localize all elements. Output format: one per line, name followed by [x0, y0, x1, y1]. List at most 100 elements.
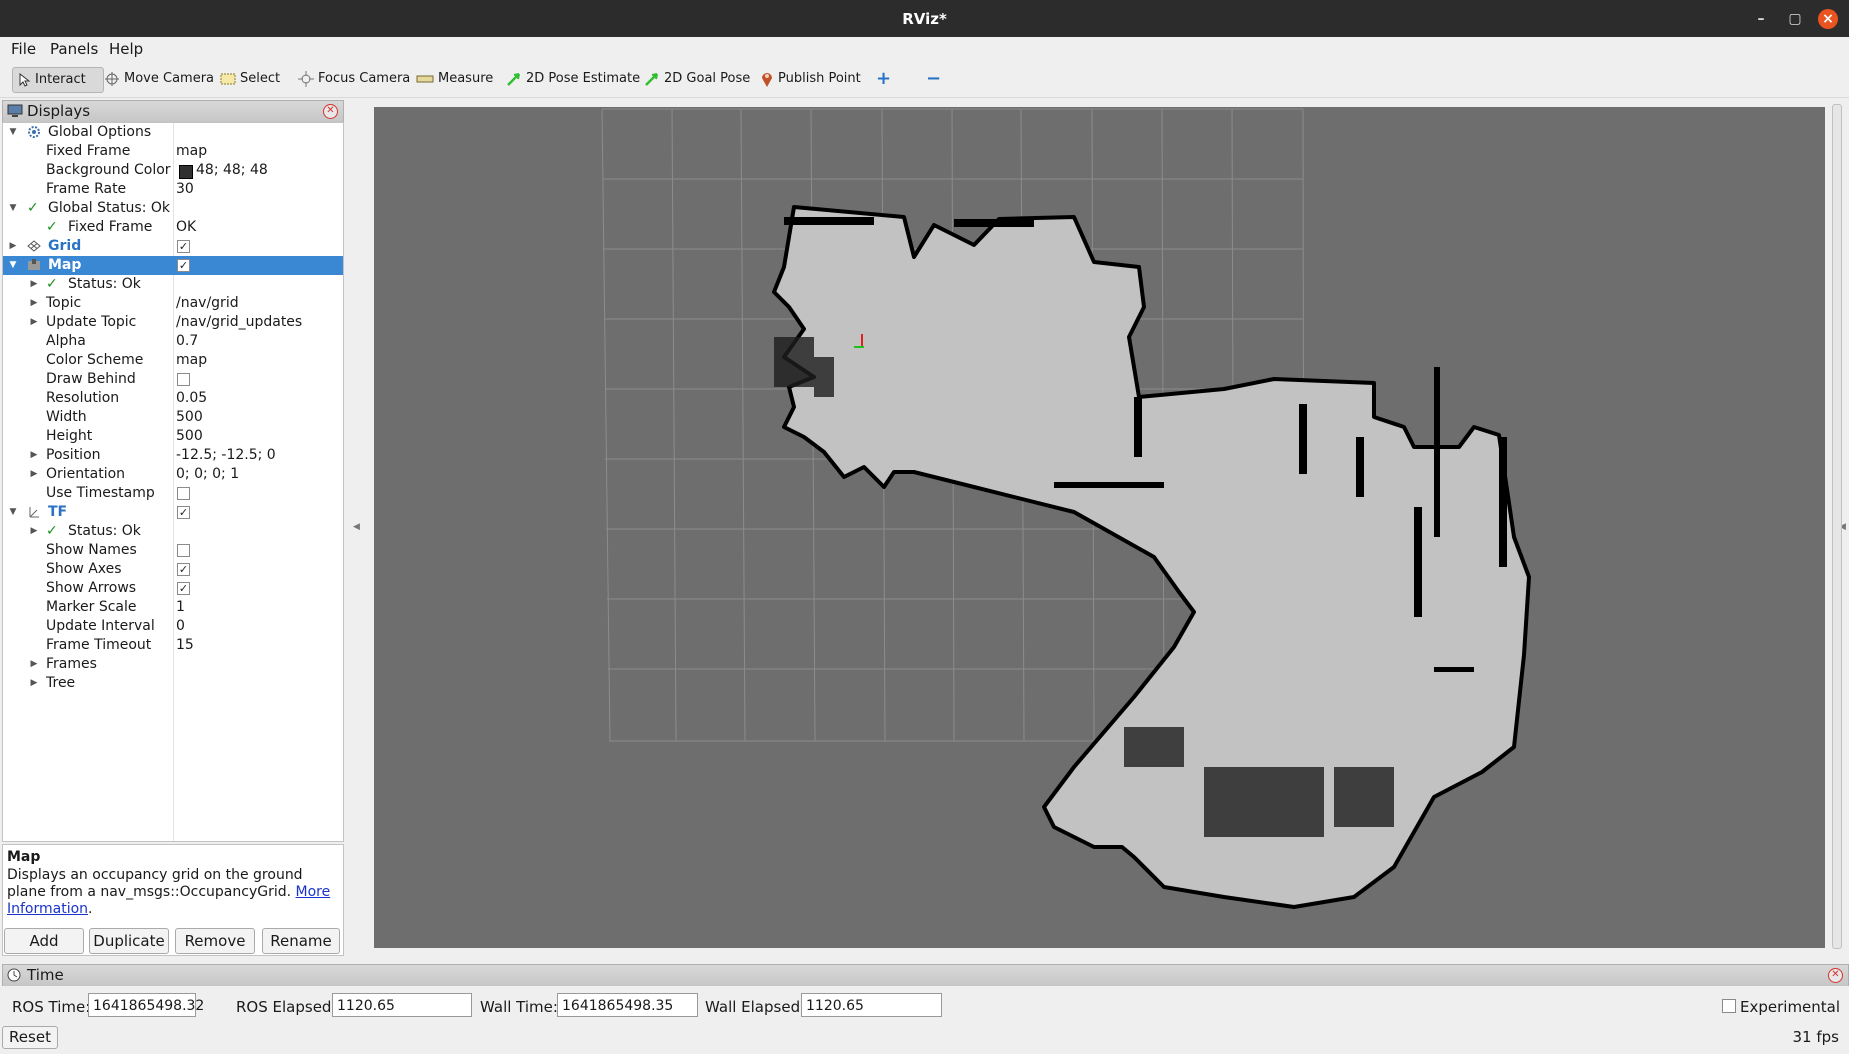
tree-row-position[interactable]: ▶ Position -12.5; -12.5; 0 — [3, 446, 343, 465]
tree-row-grid[interactable]: ▶ Grid ✓ — [3, 237, 343, 256]
add-tool-button[interactable]: + — [872, 67, 895, 91]
tree-row-global-status[interactable]: ▼ ✓ Global Status: Ok — [3, 199, 343, 218]
collapsed-arrow-icon[interactable]: ▶ — [9, 237, 17, 256]
resolution-value[interactable]: 0.05 — [176, 389, 207, 408]
tree-row-fixed-frame-status[interactable]: ✓ Fixed Frame OK — [3, 218, 343, 237]
tree-row-frame-timeout[interactable]: Frame Timeout 15 — [3, 636, 343, 655]
tree-row-marker-scale[interactable]: Marker Scale 1 — [3, 598, 343, 617]
collapsed-arrow-icon[interactable]: ▶ — [30, 313, 38, 332]
tree-row-topic[interactable]: ▶ Topic /nav/grid — [3, 294, 343, 313]
background-color-value[interactable]: 48; 48; 48 — [196, 161, 268, 180]
tree-row-fixed-frame[interactable]: Fixed Frame map — [3, 142, 343, 161]
color-swatch[interactable] — [179, 165, 193, 179]
tree-row-update-interval[interactable]: Update Interval 0 — [3, 617, 343, 636]
reset-button[interactable]: Reset — [2, 1026, 58, 1049]
rename-display-button[interactable]: Rename — [262, 928, 340, 954]
tree-row-show-axes[interactable]: Show Axes ✓ — [3, 560, 343, 579]
update-interval-value[interactable]: 0 — [176, 617, 185, 636]
tool-publish-point[interactable]: Publish Point — [756, 67, 865, 91]
tree-row-alpha[interactable]: Alpha 0.7 — [3, 332, 343, 351]
tree-row-map-status[interactable]: ▶ ✓ Status: Ok — [3, 275, 343, 294]
topic-value[interactable]: /nav/grid — [176, 294, 239, 313]
tree-row-show-names[interactable]: Show Names — [3, 541, 343, 560]
update-topic-value[interactable]: /nav/grid_updates — [176, 313, 302, 332]
collapsed-arrow-icon[interactable]: ▶ — [30, 655, 38, 674]
expanded-arrow-icon[interactable]: ▼ — [9, 199, 17, 218]
height-value[interactable]: 500 — [176, 427, 203, 446]
tool-move-camera[interactable]: Move Camera — [100, 67, 218, 91]
marker-scale-value[interactable]: 1 — [176, 598, 185, 617]
grid-enabled-checkbox[interactable]: ✓ — [177, 240, 190, 253]
add-display-button[interactable]: Add — [4, 928, 84, 954]
close-window-button[interactable]: × — [1818, 9, 1838, 29]
tree-row-tf-status[interactable]: ▶ ✓ Status: Ok — [3, 522, 343, 541]
tool-2d-pose-estimate[interactable]: 2D Pose Estimate — [502, 67, 644, 91]
tool-interact[interactable]: Interact — [12, 67, 104, 93]
tree-row-frame-rate[interactable]: Frame Rate 30 — [3, 180, 343, 199]
viewport-scrollbar[interactable] — [1832, 104, 1842, 949]
orientation-value[interactable]: 0; 0; 0; 1 — [176, 465, 239, 484]
collapsed-arrow-icon[interactable]: ▶ — [30, 674, 38, 693]
draw-behind-checkbox[interactable] — [177, 373, 190, 386]
tree-row-tree[interactable]: ▶ Tree — [3, 674, 343, 693]
menu-panels[interactable]: Panels — [50, 40, 98, 58]
map-enabled-checkbox[interactable]: ✓ — [177, 259, 190, 272]
tool-focus-camera[interactable]: Focus Camera — [294, 67, 414, 91]
collapsed-arrow-icon[interactable]: ▶ — [30, 522, 38, 541]
tool-select[interactable]: Select — [216, 67, 284, 91]
collapsed-arrow-icon[interactable]: ▶ — [30, 275, 38, 294]
wall-time-field[interactable]: 1641865498.35 — [557, 993, 698, 1017]
tree-row-color-scheme[interactable]: Color Scheme map — [3, 351, 343, 370]
tree-row-update-topic[interactable]: ▶ Update Topic /nav/grid_updates — [3, 313, 343, 332]
close-displays-panel-icon[interactable]: ✕ — [323, 104, 338, 119]
tree-row-use-timestamp[interactable]: Use Timestamp — [3, 484, 343, 503]
tree-row-orientation[interactable]: ▶ Orientation 0; 0; 0; 1 — [3, 465, 343, 484]
width-value[interactable]: 500 — [176, 408, 203, 427]
maximize-button[interactable]: ▢ — [1785, 9, 1805, 29]
alpha-value[interactable]: 0.7 — [176, 332, 198, 351]
show-axes-checkbox[interactable]: ✓ — [177, 563, 190, 576]
menu-file[interactable]: File — [11, 40, 36, 58]
tree-row-show-arrows[interactable]: Show Arrows ✓ — [3, 579, 343, 598]
render-viewport[interactable] — [374, 107, 1825, 948]
tree-row-background-color[interactable]: Background Color 48; 48; 48 — [3, 161, 343, 180]
remove-display-button[interactable]: Remove — [175, 928, 255, 954]
collapse-left-dock-icon[interactable]: ◀ — [353, 522, 360, 532]
show-arrows-checkbox[interactable]: ✓ — [177, 582, 190, 595]
ros-elapsed-field[interactable]: 1120.65 — [332, 993, 472, 1017]
ros-time-field[interactable]: 1641865498.32 — [88, 993, 204, 1017]
remove-tool-button[interactable]: − — [922, 67, 945, 91]
collapsed-arrow-icon[interactable]: ▶ — [30, 465, 38, 484]
tree-row-frames[interactable]: ▶ Frames — [3, 655, 343, 674]
tree-row-resolution[interactable]: Resolution 0.05 — [3, 389, 343, 408]
use-timestamp-checkbox[interactable] — [177, 487, 190, 500]
color-scheme-value[interactable]: map — [176, 351, 207, 370]
tree-row-width[interactable]: Width 500 — [3, 408, 343, 427]
expanded-arrow-icon[interactable]: ▼ — [9, 503, 17, 522]
position-value[interactable]: -12.5; -12.5; 0 — [176, 446, 276, 465]
menu-help[interactable]: Help — [109, 40, 143, 58]
frame-timeout-value[interactable]: 15 — [176, 636, 194, 655]
expanded-arrow-icon[interactable]: ▼ — [9, 123, 17, 142]
frame-rate-value[interactable]: 30 — [176, 180, 194, 199]
tree-row-tf[interactable]: ▼ TF ✓ — [3, 503, 343, 522]
tree-row-global-options[interactable]: ▼ Global Options — [3, 123, 343, 142]
displays-tree[interactable]: ▼ Global Options Fixed Frame map Backgro… — [2, 122, 344, 842]
fixed-frame-value[interactable]: map — [176, 142, 207, 161]
experimental-checkbox[interactable] — [1722, 999, 1736, 1013]
tree-label: Update Topic — [46, 314, 137, 330]
minimize-button[interactable]: – — [1751, 9, 1771, 29]
tree-row-map[interactable]: ▼ Map ✓ — [3, 256, 343, 275]
close-time-panel-icon[interactable]: ✕ — [1828, 968, 1843, 983]
show-names-checkbox[interactable] — [177, 544, 190, 557]
expanded-arrow-icon[interactable]: ▼ — [9, 256, 17, 275]
duplicate-display-button[interactable]: Duplicate — [89, 928, 169, 954]
tree-row-draw-behind[interactable]: Draw Behind — [3, 370, 343, 389]
tool-2d-goal-pose[interactable]: 2D Goal Pose — [640, 67, 754, 91]
tree-row-height[interactable]: Height 500 — [3, 427, 343, 446]
tool-measure[interactable]: Measure — [412, 67, 497, 91]
tf-enabled-checkbox[interactable]: ✓ — [177, 506, 190, 519]
wall-elapsed-field[interactable]: 1120.65 — [801, 993, 942, 1017]
collapsed-arrow-icon[interactable]: ▶ — [30, 446, 38, 465]
collapsed-arrow-icon[interactable]: ▶ — [30, 294, 38, 313]
